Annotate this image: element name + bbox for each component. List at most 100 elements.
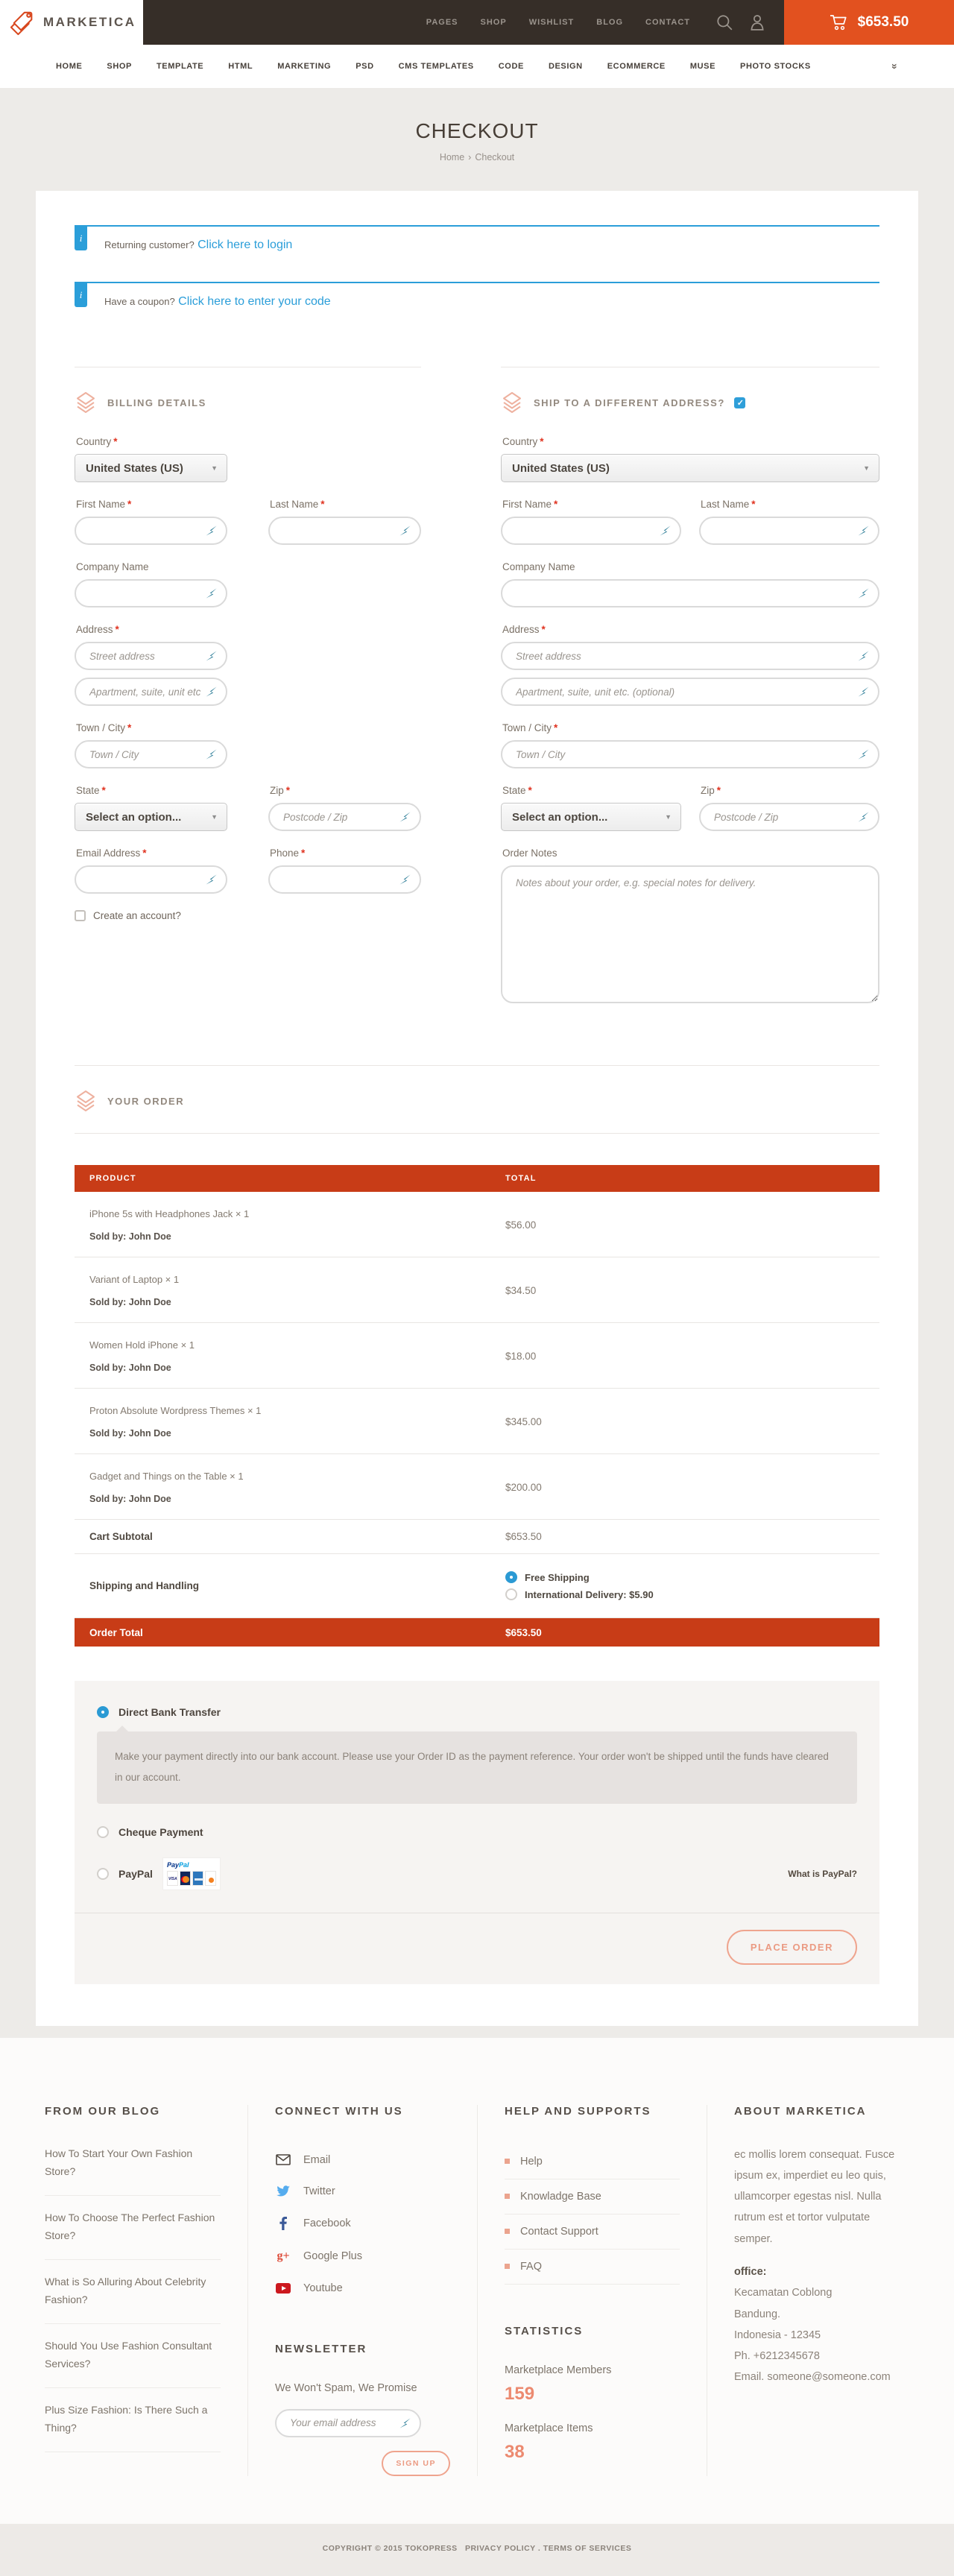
menu-marketing[interactable]: MARKETING <box>277 62 331 71</box>
menu-html[interactable]: HTML <box>228 62 253 71</box>
contact-support-link[interactable]: Contact Support <box>505 2214 680 2250</box>
coupon-link[interactable]: Click here to enter your code <box>178 295 331 308</box>
autofill-dart-icon <box>857 525 870 537</box>
shipping-address1-input[interactable] <box>502 643 878 669</box>
product-seller: Sold by: John Doe <box>89 1231 505 1242</box>
menu-home[interactable]: HOME <box>56 62 82 71</box>
ship-different-address-checkbox[interactable] <box>734 397 745 408</box>
office-label: office: <box>734 2261 909 2282</box>
menu-muse[interactable]: MUSE <box>690 62 716 71</box>
what-is-paypal-link[interactable]: What is PayPal? <box>788 1869 857 1879</box>
billing-zip-input[interactable] <box>270 804 420 830</box>
search-icon[interactable] <box>716 13 733 31</box>
top-nav-wishlist[interactable]: WISHLIST <box>529 18 575 27</box>
autofill-dart-icon <box>205 650 218 663</box>
shipping-country-select[interactable]: United States (US) ▼ <box>501 454 879 482</box>
product-name: Proton Absolute Wordpress Themes × 1 <box>89 1405 505 1416</box>
paypal-radio[interactable] <box>97 1868 109 1880</box>
footer-connect-title: CONNECT WITH US <box>275 2105 450 2118</box>
footer-help-column: HELP AND SUPPORTS Help Knowladge Base Co… <box>477 2105 707 2476</box>
info-icon: i <box>75 283 87 307</box>
menu-shop[interactable]: SHOP <box>107 62 132 71</box>
shipping-first-name-input[interactable] <box>502 518 680 543</box>
menu-code[interactable]: CODE <box>499 62 524 71</box>
billing-first-name-input[interactable] <box>76 518 226 543</box>
top-nav-pages[interactable]: PAGES <box>426 18 458 27</box>
copyright-bar: COPYRIGHT © 2015 TOKOPRESS PRIVACY POLIC… <box>0 2524 954 2576</box>
connect-facebook-link[interactable]: Facebook <box>275 2207 450 2240</box>
office-address-line: Indonesia - 12345 <box>734 2325 909 2346</box>
terms-link[interactable]: TERMS OF SERVICES <box>543 2544 632 2553</box>
chevron-down-icon: ▼ <box>211 813 218 821</box>
blog-post-link[interactable]: How To Choose The Perfect Fashion Store? <box>45 2196 221 2260</box>
payment-method-bank-transfer: Direct Bank Transfer <box>97 1706 857 1718</box>
free-shipping-radio[interactable] <box>505 1571 517 1583</box>
place-order-button[interactable]: PLACE ORDER <box>727 1930 857 1965</box>
menu-more-chevrons-icon[interactable]: » <box>889 63 901 69</box>
connect-twitter-link[interactable]: Twitter <box>275 2176 450 2207</box>
top-nav-shop[interactable]: SHOP <box>481 18 507 27</box>
billing-address1-input[interactable] <box>76 643 226 669</box>
menu-design[interactable]: DESIGN <box>549 62 583 71</box>
menu-cms-templates[interactable]: CMS TEMPLATES <box>399 62 474 71</box>
subtotal-label: Cart Subtotal <box>75 1531 505 1542</box>
menu-template[interactable]: TEMPLATE <box>157 62 203 71</box>
user-account-icon[interactable] <box>748 13 766 31</box>
billing-company-input[interactable] <box>76 581 226 606</box>
shipping-address2-input[interactable] <box>502 679 878 704</box>
privacy-policy-link[interactable]: PRIVACY POLICY <box>465 2544 536 2553</box>
logo[interactable]: MARKETICA <box>0 0 143 45</box>
required-asterisk: * <box>542 624 546 635</box>
billing-address2-input[interactable] <box>76 679 226 704</box>
blog-post-link[interactable]: Plus Size Fashion: Is There Such a Thing… <box>45 2388 221 2452</box>
required-asterisk: * <box>113 436 117 447</box>
chevron-down-icon: ▼ <box>665 813 672 821</box>
product-name: Variant of Laptop × 1 <box>89 1274 505 1285</box>
knowledge-base-link[interactable]: Knowladge Base <box>505 2179 680 2214</box>
billing-state-value: Select an option... <box>86 811 181 824</box>
top-nav-contact[interactable]: CONTACT <box>645 18 690 27</box>
page-title: CHECKOUT <box>0 119 954 143</box>
blog-post-link[interactable]: What is So Alluring About Celebrity Fash… <box>45 2260 221 2324</box>
connect-email-link[interactable]: Email <box>275 2144 450 2176</box>
chevron-down-icon: ▼ <box>211 464 218 472</box>
billing-last-name-input[interactable] <box>270 518 420 543</box>
menu-ecommerce[interactable]: ECOMMERCE <box>607 62 666 71</box>
billing-email-phone-row: Email Address* Phone* <box>75 847 421 894</box>
shipping-town-input[interactable] <box>502 742 878 767</box>
cheque-payment-radio[interactable] <box>97 1826 109 1838</box>
billing-state-select[interactable]: Select an option... ▼ <box>75 803 227 831</box>
billing-town-input[interactable] <box>76 742 226 767</box>
billing-phone-input[interactable] <box>270 867 420 892</box>
newsletter-signup-button[interactable]: SIGN UP <box>382 2451 450 2476</box>
menu-photo-stocks[interactable]: PHOTO STOCKS <box>740 62 811 71</box>
connect-youtube-link[interactable]: Youtube <box>275 2273 450 2304</box>
order-notes-textarea[interactable] <box>501 865 879 1003</box>
create-account-checkbox[interactable] <box>75 910 86 921</box>
login-link[interactable]: Click here to login <box>198 239 292 251</box>
faq-link[interactable]: FAQ <box>505 2250 680 2285</box>
shipping-handling-label: Shipping and Handling <box>75 1580 505 1591</box>
help-link[interactable]: Help <box>505 2144 680 2179</box>
shipping-zip-input[interactable] <box>701 804 878 830</box>
connect-googleplus-link[interactable]: g+ Google Plus <box>275 2240 450 2273</box>
breadcrumb-home[interactable]: Home <box>440 152 464 162</box>
top-nav-blog[interactable]: BLOG <box>596 18 623 27</box>
layers-icon <box>75 1090 97 1112</box>
shipping-company-input[interactable] <box>502 581 878 606</box>
international-delivery-radio[interactable] <box>505 1588 517 1600</box>
subtotal-value: $653.50 <box>505 1531 542 1542</box>
billing-email-input[interactable] <box>76 867 226 892</box>
blog-post-link[interactable]: Should You Use Fashion Consultant Servic… <box>45 2324 221 2388</box>
breadcrumb: Home›Checkout <box>0 152 954 162</box>
blog-post-link[interactable]: How To Start Your Own Fashion Store? <box>45 2144 221 2196</box>
billing-country-select[interactable]: United States (US) ▼ <box>75 454 227 482</box>
shipping-last-name-input[interactable] <box>701 518 878 543</box>
menu-psd[interactable]: PSD <box>356 62 373 71</box>
cart-button[interactable]: $653.50 <box>784 0 954 45</box>
footer-blog-title: FROM OUR BLOG <box>45 2105 221 2118</box>
bank-transfer-radio[interactable] <box>97 1706 109 1718</box>
billing-section-header: BILLING DETAILS <box>75 367 421 414</box>
order-total-label: Order Total <box>75 1627 505 1638</box>
shipping-state-select[interactable]: Select an option... ▼ <box>501 803 681 831</box>
